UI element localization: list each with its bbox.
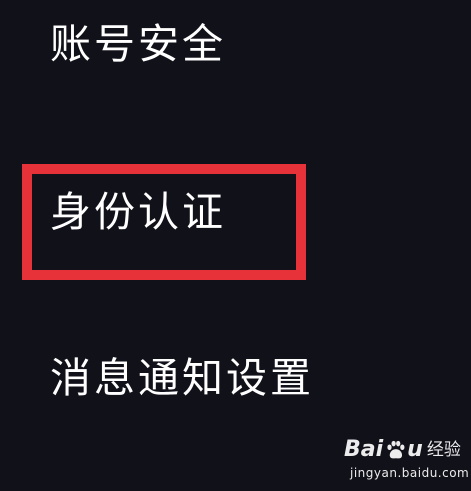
settings-menu: 账号安全 身份认证 消息通知设置 [0, 0, 471, 491]
watermark-brand-left: Bai [344, 437, 384, 462]
menu-item-label: 消息通知设置 [50, 354, 314, 402]
menu-item-label: 身份认证 [50, 188, 226, 236]
menu-item-notification-settings[interactable]: 消息通知设置 [0, 330, 471, 420]
menu-item-account-security[interactable]: 账号安全 [0, 0, 471, 80]
watermark-brand-right: u [407, 437, 423, 462]
menu-item-identity-verification[interactable]: 身份认证 [0, 160, 471, 285]
watermark-brand: Bai u 经验 [344, 436, 461, 464]
menu-item-label: 账号安全 [50, 20, 226, 68]
baidu-jingyan-watermark: Bai u 经验 jingyan.baidu.com [344, 436, 469, 484]
watermark-product: 经验 [426, 440, 461, 460]
paw-icon [384, 439, 406, 461]
watermark-url: jingyan.baidu.com [350, 466, 470, 480]
